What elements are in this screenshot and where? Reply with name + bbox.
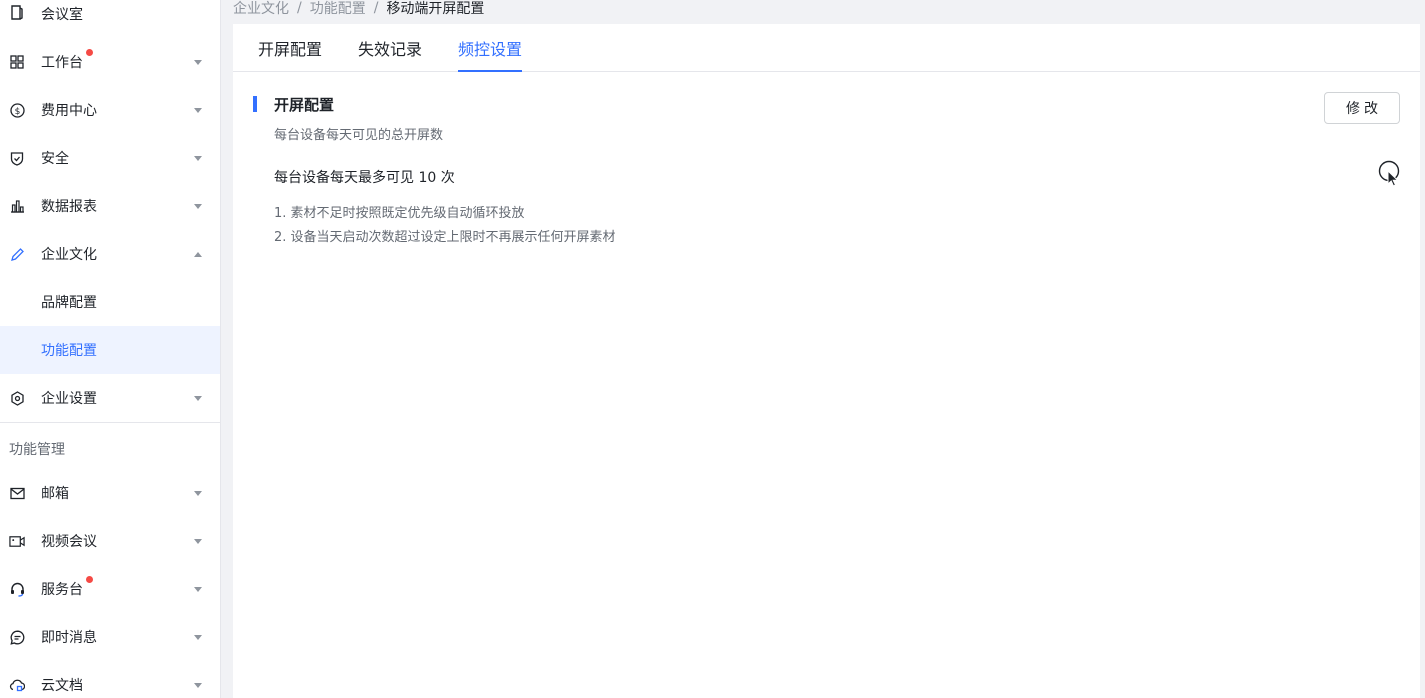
sidebar-item-label: 费用中心 [41, 103, 97, 119]
notification-dot [86, 49, 93, 56]
mail-icon [9, 485, 25, 501]
daily-limit-text: 每台设备每天最多可见 10 次 [274, 170, 455, 186]
notification-dot [86, 576, 93, 583]
sidebar-item-mail[interactable]: 邮箱 [0, 469, 220, 517]
sidebar-item-label: 数据报表 [41, 199, 97, 215]
headset-icon [9, 581, 25, 597]
sidebar-item-brand-config[interactable]: 品牌配置 [0, 278, 220, 326]
sidebar-item-label: 视频会议 [41, 534, 97, 550]
svg-text:$: $ [14, 107, 20, 117]
edit-button[interactable]: 修改 [1324, 92, 1400, 124]
section-subtitle: 每台设备每天可见的总开屏数 [274, 128, 444, 143]
sidebar-item-service-desk[interactable]: 服务台 [0, 565, 220, 613]
tab-frequency-control[interactable]: 频控设置 [458, 24, 523, 72]
breadcrumb-separator: / [297, 0, 302, 16]
pencil-icon [9, 246, 25, 262]
breadcrumb: 企业文化 / 功能配置 / 移动端开屏配置 [233, 0, 485, 18]
sidebar-item-cost-center[interactable]: $ 费用中心 [0, 86, 220, 134]
bar-chart-icon [9, 198, 25, 214]
sidebar-section-label: 功能管理 [9, 442, 65, 458]
sidebar-item-label: 安全 [41, 151, 69, 167]
sidebar-item-reports[interactable]: 数据报表 [0, 182, 220, 230]
chevron-down-icon [194, 108, 202, 113]
sidebar-item-label: 企业设置 [41, 391, 97, 407]
sidebar-item-label: 即时消息 [41, 630, 97, 646]
breadcrumb-item-feature-config[interactable]: 功能配置 [310, 0, 366, 18]
sidebar-item-label: 会议室 [41, 7, 83, 23]
sidebar-item-feature-config[interactable]: 功能配置 [0, 326, 220, 374]
section-header: 开屏配置 [253, 95, 1400, 114]
chevron-down-icon [194, 539, 202, 544]
section-accent-bar [253, 96, 257, 112]
tab-expired-records[interactable]: 失效记录 [358, 24, 422, 71]
chevron-down-icon [194, 587, 202, 592]
hexagon-settings-icon [9, 390, 25, 406]
video-camera-icon [9, 533, 25, 549]
sidebar-item-meeting-room[interactable]: 会议室 [0, 0, 220, 28]
sidebar-item-culture[interactable]: 企业文化 [0, 230, 220, 278]
breadcrumb-separator: / [373, 0, 379, 16]
rule-item: 1. 素材不足时按照既定优先级自动循环投放 [274, 206, 525, 221]
chevron-down-icon [194, 60, 202, 65]
chevron-up-icon [194, 252, 202, 257]
chevron-down-icon [194, 491, 202, 496]
grid-icon [9, 54, 25, 70]
chevron-down-icon [194, 396, 202, 401]
content-panel: 开屏配置 失效记录 频控设置 开屏配置 每台设备每天可见的总开屏数 每台设备每天… [233, 24, 1420, 698]
sidebar-item-security[interactable]: 安全 [0, 134, 220, 182]
cloud-doc-icon [9, 677, 25, 693]
chevron-down-icon [194, 635, 202, 640]
breadcrumb-current: 移动端开屏配置 [386, 1, 485, 17]
mouse-cursor-icon [1378, 160, 1402, 188]
sidebar-item-label: 邮箱 [41, 486, 69, 502]
rules-list: 1. 素材不足时按照既定优先级自动循环投放 2. 设备当天启动次数超过设定上限时… [253, 202, 1400, 250]
tab-bar: 开屏配置 失效记录 频控设置 [233, 24, 1420, 72]
sidebar: 会议室 工作台 $ 费用中心 安全 数据报表 企业文化 品牌配置 功能配置 企业… [0, 0, 221, 698]
frequency-section: 开屏配置 每台设备每天可见的总开屏数 每台设备每天最多可见 10 次 1. 素材… [233, 72, 1420, 250]
sidebar-item-cloud-docs[interactable]: 云文档 [0, 661, 220, 698]
sidebar-item-label: 服务台 [41, 582, 83, 598]
breadcrumb-item-culture[interactable]: 企业文化 [233, 0, 289, 18]
tab-splash-config[interactable]: 开屏配置 [258, 24, 322, 71]
sidebar-item-workbench[interactable]: 工作台 [0, 38, 220, 86]
chevron-down-icon [194, 156, 202, 161]
chevron-down-icon [194, 683, 202, 688]
shield-icon [9, 150, 25, 166]
sidebar-item-label: 工作台 [41, 55, 83, 71]
section-title: 开屏配置 [274, 95, 335, 114]
sidebar-item-enterprise-settings[interactable]: 企业设置 [0, 374, 220, 422]
chevron-down-icon [194, 204, 202, 209]
sidebar-item-im[interactable]: 即时消息 [0, 613, 220, 661]
rule-item: 2. 设备当天启动次数超过设定上限时不再展示任何开屏素材 [274, 230, 616, 245]
sidebar-item-label: 云文档 [41, 678, 83, 694]
chat-bubble-icon [9, 629, 25, 645]
sidebar-item-video-meeting[interactable]: 视频会议 [0, 517, 220, 565]
door-icon [9, 4, 25, 20]
dollar-circle-icon: $ [9, 102, 25, 118]
sidebar-item-label: 企业文化 [41, 247, 97, 263]
